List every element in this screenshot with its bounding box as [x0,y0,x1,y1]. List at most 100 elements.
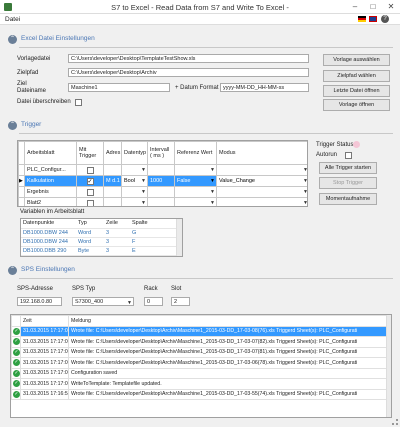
minimize-button[interactable]: – [346,0,364,14]
resize-grip-icon[interactable] [392,419,398,425]
log-row[interactable]: ✓ 31.03.2015 17:16:55 Wrote file: C:\Use… [11,388,388,400]
vorlage-oeffnen-button[interactable]: Vorlage öffnen [323,99,390,111]
log-row[interactable]: ✓ 31.03.2015 17:17:07 Wrote file: C:\Use… [11,346,388,358]
vorlage-auswaehlen-button[interactable]: Vorlage auswählen [323,54,390,66]
chevron-down-icon: ▼ [141,200,146,206]
chevron-down-icon: ▼ [141,178,146,184]
col-modus[interactable]: Modus [216,141,307,165]
col-mit-trigger[interactable]: Mit Trigger [76,141,104,165]
vars-row[interactable]: DB1000.DBW 244 Word 3 F [21,237,176,247]
trigger-row-modus[interactable]: ▼ [216,186,307,198]
trigger-row-intervall[interactable] [147,186,175,198]
flag-uk-icon[interactable] [369,16,377,22]
help-icon[interactable]: ? [381,15,389,23]
check-circle-icon: ✓ [13,359,20,367]
collapse-excel-icon[interactable]: ⌃ [8,35,17,44]
col-referenz-wert[interactable]: Referenz Wert [174,141,217,165]
letzte-datei-oeffnen-button[interactable]: Letzte Datei öffnen [323,85,390,97]
vorlagedatei-label: Vorlagedatei [17,56,51,62]
log-row[interactable]: ✓ 31.03.2015 17:17:06 Wrote file: C:\Use… [11,357,388,369]
trigger-row-checkbox-checked[interactable]: ✓ [86,177,94,185]
trigger-row[interactable]: PLC_Configur... ▼ ▼ ▼ [18,164,307,176]
datei-ueberschreiben-checkbox[interactable] [75,99,82,106]
alle-trigger-starten-button[interactable]: Alle Trigger starten [319,162,377,174]
trigger-row-intervall[interactable]: 1000 [147,175,175,187]
vars-col-datenpunkte[interactable]: Datenpunkte [21,219,76,229]
trigger-row-referenz[interactable]: ▼ [174,186,217,198]
trigger-row-modus[interactable]: ▼ [216,197,308,206]
trigger-row[interactable]: Blatt2 ▼ ▼ ▼ [18,197,308,206]
rack-label: Rack [144,286,158,292]
trigger-status-indicator [353,141,360,148]
collapse-sps-icon[interactable]: ⌃ [8,266,17,275]
trigger-row-checkbox[interactable] [86,199,94,206]
stop-trigger-button[interactable]: Stop Trigger [319,177,377,189]
sps-adresse-label: SPS-Adresse [17,286,54,292]
trigger-row-adresse[interactable] [103,197,122,206]
datum-format-label: + Datum Format [175,85,219,91]
col-datentyp[interactable]: Datentyp [121,141,148,165]
zielpfad-waehlen-button[interactable]: Zielpfad wählen [323,70,390,82]
col-intervall[interactable]: Intervall ( ms ) [147,141,175,165]
log-col-meldung[interactable]: Meldung [68,315,388,327]
trigger-row-blatt: Kalkulation [24,175,77,187]
trigger-row-referenz[interactable]: ▼ [174,197,217,206]
trigger-row-checkbox[interactable] [86,166,94,174]
autorun-checkbox[interactable] [345,152,352,159]
chevron-down-icon: ▼ [210,178,215,184]
trigger-row-adresse[interactable] [103,186,122,198]
trigger-row-modus[interactable]: Value_Change ▼ [216,175,307,187]
vars-col-zeile[interactable]: Zeile [104,219,130,229]
trigger-row-datentyp[interactable]: ▼ [121,164,148,176]
log-row[interactable]: ✓ 31.03.2015 17:17:03 WriteToTemplate: T… [11,378,388,390]
trigger-row-referenz[interactable]: ▼ [174,164,217,176]
trigger-row-adresse[interactable]: M d.1 [103,175,122,187]
trigger-row-datentyp[interactable]: Bool ▼ [121,175,148,187]
sps-typ-select[interactable]: S7300_400 ▼ [72,297,134,306]
chevron-down-icon: ▼ [303,200,308,206]
trigger-row-blatt: Ergebnis [24,186,77,198]
trigger-row-intervall[interactable] [147,164,175,176]
momentaufnahme-button[interactable]: Momentaufnahme [319,193,377,205]
flag-de-icon[interactable] [358,16,366,22]
datei-ueberschreiben-label: Datei überschreiben [17,99,71,105]
vorlagedatei-input[interactable]: C:\Users\developer\Desktop\TemplateTestS… [68,54,309,63]
check-circle-icon: ✓ [13,390,20,398]
log-col-zeit[interactable]: Zeit [20,315,69,327]
trigger-row-datentyp[interactable]: ▼ [121,186,148,198]
datum-format-input[interactable]: yyyy-MM-DD_HH-MM-ss [220,83,309,92]
maximize-button[interactable]: □ [364,0,382,14]
col-arbeitsblatt[interactable]: Arbeitsblatt [24,141,77,165]
zielpfad-label: Zielpfad [17,70,39,76]
trigger-row-selected[interactable]: ▶ Kalkulation ✓ M d.1 Bool ▼ 1000 False ▼ … [18,175,307,187]
collapse-trigger-icon[interactable]: ⌃ [8,121,17,130]
autorun-label: Autorun [316,152,338,158]
slot-input[interactable]: 2 [171,297,190,306]
menu-datei[interactable]: Datei [5,16,20,23]
zieldateiname-input[interactable]: Maschine1 [68,83,170,92]
trigger-row-checkbox[interactable] [86,188,94,196]
col-adresse[interactable]: Adres [103,141,122,165]
trigger-row-adresse[interactable] [103,164,122,176]
zielpfad-input[interactable]: C:\Users\developer\Desktop\Archiv [68,68,309,77]
chevron-down-icon: ▼ [210,167,215,173]
vars-row[interactable]: DB1000.DBB 290 Byte 3 E [21,246,176,256]
log-row-selected[interactable]: ✓ 31.03.2015 17:17:08 Wrote file: C:\Use… [11,325,388,337]
trigger-row-intervall[interactable] [147,197,175,206]
vars-row[interactable]: DB1000.DBW 244 Word 3 G [21,228,176,238]
log-row[interactable]: ✓ 31.03.2015 17:17:03 Configuration save… [11,367,388,379]
log-scrollbar[interactable] [386,315,391,417]
slot-label: Slot [171,286,182,292]
trigger-row[interactable]: Ergebnis ▼ ▼ ▼ [18,186,307,198]
trigger-row-modus[interactable]: ▼ [216,164,307,176]
vars-col-typ[interactable]: Typ [76,219,104,229]
trigger-row-referenz[interactable]: False ▼ [174,175,217,187]
variablen-scrollbar[interactable] [176,219,182,256]
vars-col-spalte[interactable]: Spalte [130,219,176,229]
rack-input[interactable]: 0 [144,297,163,306]
log-row[interactable]: ✓ 31.03.2015 17:17:07 Wrote file: C:\Use… [11,336,388,348]
close-button[interactable]: ✕ [382,0,400,14]
trigger-row-datentyp[interactable]: ▼ [121,197,148,206]
sps-adresse-input[interactable]: 192.168.0.80 [17,297,62,306]
check-circle-icon: ✓ [13,338,20,346]
